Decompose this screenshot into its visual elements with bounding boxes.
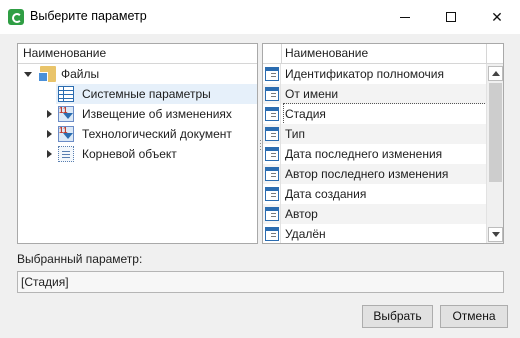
list-item[interactable]: Дата последнего изменения <box>263 144 487 164</box>
title-bar: Выберите параметр ✕ <box>0 0 520 34</box>
cancel-button[interactable]: Отмена <box>440 305 508 328</box>
root-object-icon <box>58 146 74 162</box>
list-item[interactable]: Дата создания <box>263 184 487 204</box>
expander-collapsed-icon[interactable] <box>47 110 52 118</box>
parameter-list: Наименование Идентификатор полномочия От… <box>262 43 504 244</box>
list-column-header[interactable]: Наименование <box>263 44 503 64</box>
property-icon <box>265 67 279 81</box>
list-item-label: От имени <box>285 87 339 101</box>
expander-expanded-icon[interactable] <box>24 72 32 77</box>
selected-parameter-label: Выбранный параметр: <box>17 252 143 266</box>
close-icon: ✕ <box>491 8 503 25</box>
tree-item-label: Технологический документ <box>82 127 232 141</box>
tree-item-change-notice[interactable]: Извещение об изменениях <box>18 101 257 124</box>
list-item-selected[interactable]: Стадия <box>263 103 487 125</box>
tree-item-system-params[interactable]: Системные параметры <box>56 84 257 104</box>
category-tree: Наименование Файлы Системные параметры И… <box>17 43 258 244</box>
window-title: Выберите параметр <box>30 9 147 23</box>
app-icon <box>8 9 24 25</box>
list-item-label: Тип <box>285 127 306 141</box>
property-icon <box>265 187 279 201</box>
tree-item-root-object[interactable]: Корневой объект <box>18 144 257 164</box>
list-item[interactable]: Автор <box>263 204 487 224</box>
tree-item-label: Корневой объект <box>82 147 177 161</box>
list-item[interactable]: Тип <box>263 124 487 144</box>
list-item[interactable]: Автор последнего изменения <box>263 164 487 184</box>
maximize-button[interactable] <box>428 0 474 34</box>
list-item-label: Дата создания <box>285 187 367 201</box>
property-icon <box>265 107 279 121</box>
maximize-icon <box>446 12 456 22</box>
tree-column-header[interactable]: Наименование <box>18 44 257 64</box>
table-icon <box>58 86 74 102</box>
list-item-label: Стадия <box>283 103 487 125</box>
change-notice-icon <box>58 101 74 122</box>
list-item[interactable]: От имени <box>263 84 487 104</box>
list-item-label: Автор последнего изменения <box>285 167 449 181</box>
folder-icon <box>38 66 56 82</box>
tree-item-label: Извещение об изменениях <box>82 107 232 121</box>
tree-item-label: Файлы <box>61 67 100 81</box>
list-item-label: Удалён <box>285 227 326 241</box>
select-button[interactable]: Выбрать <box>362 305 433 328</box>
property-icon <box>265 127 279 141</box>
property-icon <box>265 167 279 181</box>
minimize-button[interactable] <box>382 0 428 34</box>
minimize-icon <box>400 16 410 18</box>
property-icon <box>265 207 279 221</box>
property-icon <box>265 147 279 161</box>
list-item[interactable]: Идентификатор полномочия <box>263 64 487 84</box>
selected-parameter-field: [Стадия] <box>17 271 504 293</box>
tree-item-label: Системные параметры <box>82 87 211 101</box>
tree-item-files[interactable]: Файлы <box>18 64 257 84</box>
tree-item-tech-document[interactable]: Технологический документ <box>18 121 257 144</box>
scroll-up-arrow-icon[interactable] <box>488 66 503 81</box>
tech-document-icon <box>58 121 74 142</box>
expander-collapsed-icon[interactable] <box>47 130 52 138</box>
scroll-down-arrow-icon[interactable] <box>488 227 503 242</box>
list-item[interactable]: Удалён <box>263 224 487 243</box>
expander-collapsed-icon[interactable] <box>47 150 52 158</box>
list-item-label: Дата последнего изменения <box>285 147 443 161</box>
list-item-label: Идентификатор полномочия <box>285 67 444 81</box>
vertical-scrollbar[interactable] <box>486 64 503 243</box>
property-icon <box>265 227 279 241</box>
list-item-label: Автор <box>285 207 318 221</box>
property-icon <box>265 87 279 101</box>
scroll-thumb[interactable] <box>489 83 502 182</box>
close-button[interactable]: ✕ <box>474 0 520 34</box>
